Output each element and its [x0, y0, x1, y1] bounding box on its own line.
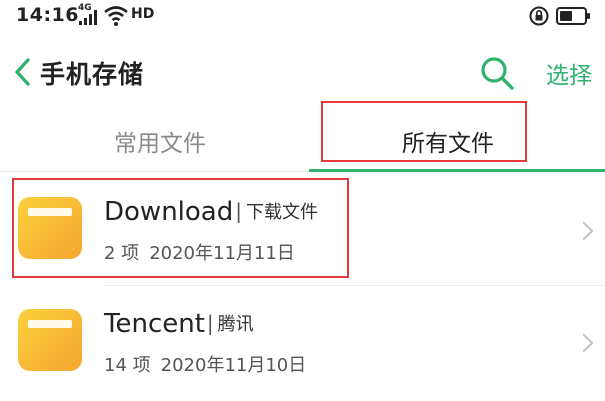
item-count: 2 项 [104, 243, 140, 264]
status-time: 14:16 [16, 4, 79, 26]
page-title: 手机存储 [40, 60, 145, 89]
active-tab-indicator [309, 169, 605, 172]
search-icon[interactable] [478, 54, 516, 92]
folder-title: Tencent [104, 309, 205, 339]
folder-description: 腾讯 [217, 314, 254, 335]
signal-icon [79, 10, 97, 25]
folder-name: Tencent | 腾讯 [104, 309, 254, 339]
name-separator: | [235, 199, 242, 223]
folder-icon [18, 309, 82, 371]
rotation-lock-icon [529, 6, 549, 26]
folder-name: Download | 下载文件 [104, 197, 318, 227]
folder-description: 下载文件 [246, 202, 318, 223]
modified-date: 2020年11月10日 [160, 355, 307, 376]
row-divider [104, 285, 605, 286]
chevron-right-icon [582, 333, 594, 353]
select-button[interactable]: 选择 [546, 56, 592, 90]
item-count: 14 项 [104, 355, 151, 376]
name-separator: | [206, 311, 214, 335]
back-arrow-icon[interactable] [10, 56, 36, 88]
hd-badge: HD [131, 6, 155, 22]
status-bar: 14:16 4G HD [0, 0, 605, 34]
battery-icon [556, 7, 590, 25]
folder-row-tencent[interactable]: Tencent | 腾讯 14 项 2020年11月10日 [0, 287, 605, 397]
modified-date: 2020年11月11日 [149, 243, 295, 264]
folder-title: Download [104, 197, 234, 227]
wifi-icon [104, 6, 128, 26]
folder-icon [18, 197, 82, 259]
folder-meta: 2 项 2020年11月11日 [104, 239, 295, 265]
folder-row-download[interactable]: Download | 下载文件 2 项 2020年11月11日 [0, 175, 605, 285]
tab-common-files[interactable]: 常用文件 [114, 124, 206, 158]
chevron-right-icon [582, 221, 594, 241]
tab-all-files[interactable]: 所有文件 [402, 124, 494, 158]
folder-meta: 14 项 2020年11月10日 [104, 351, 306, 377]
